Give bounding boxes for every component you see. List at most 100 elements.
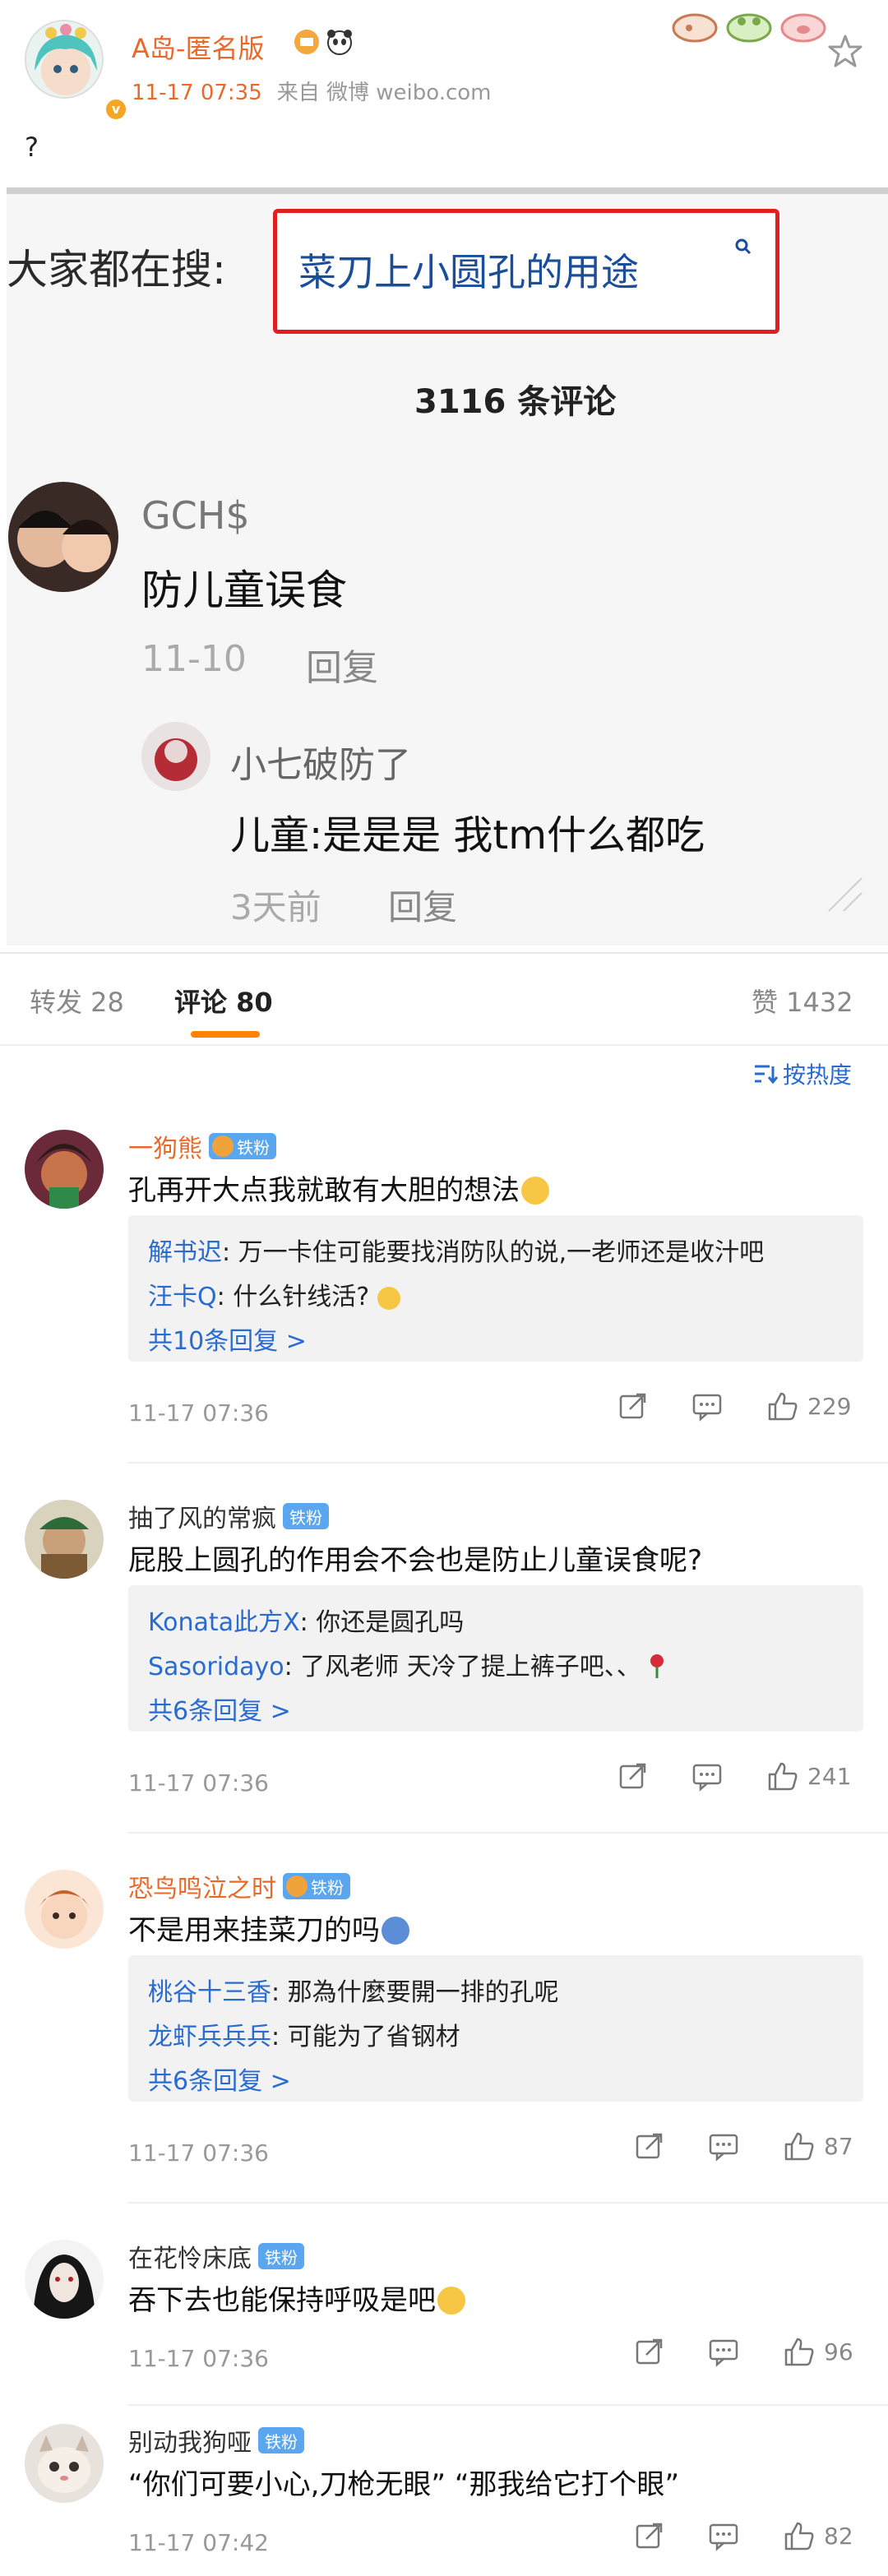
reply-line[interactable]: Konata此方X: 你还是圆孔吗 bbox=[148, 1602, 464, 1638]
like-count: 96 bbox=[824, 2338, 853, 2366]
comment-icon[interactable] bbox=[691, 1390, 724, 1422]
comment-icon[interactable] bbox=[707, 2519, 740, 2552]
username-text: 一狗熊 bbox=[128, 1135, 202, 1163]
comment-icon[interactable] bbox=[707, 2130, 740, 2162]
comment-time: 11-17 07:36 bbox=[128, 2139, 269, 2167]
sweat-emoji-icon bbox=[437, 2287, 465, 2315]
comment-username[interactable]: 恐鸟鸣泣之时 铁粉 bbox=[128, 1868, 350, 1904]
active-tab-indicator bbox=[191, 1031, 260, 1038]
sort-label: 按热度 bbox=[783, 1061, 853, 1089]
comment-text: 吞下去也能保持呼吸是吧 bbox=[128, 2278, 465, 2318]
reply-author[interactable]: Konata此方X bbox=[148, 1608, 300, 1637]
reply-author[interactable]: 汪卡Q bbox=[148, 1283, 217, 1311]
like-count: 241 bbox=[807, 1762, 852, 1790]
share-icon[interactable] bbox=[633, 2335, 666, 2368]
fan-level-icon bbox=[294, 30, 319, 54]
fan-badge-text: 铁粉 bbox=[265, 2431, 298, 2452]
image-comment-text-2: 儿童:是是是 我tm什么都吃 bbox=[230, 812, 705, 858]
like-count: 229 bbox=[807, 1392, 852, 1420]
like-count: 87 bbox=[824, 2132, 853, 2160]
author-avatar[interactable]: v bbox=[25, 20, 128, 122]
reply-line[interactable]: 龙虾兵兵兵: 可能为了省钢材 bbox=[148, 2016, 460, 2052]
username-text: 抽了风的常疯 bbox=[128, 1505, 276, 1533]
reply-author[interactable]: 桃谷十三香 bbox=[148, 1978, 271, 2007]
username-text: 别动我狗哑 bbox=[128, 2429, 252, 2458]
more-replies-link[interactable]: 共6条回复 > bbox=[148, 1690, 291, 1727]
tab-repost[interactable]: 转发 28 bbox=[30, 982, 124, 1020]
comment-text: 屁股上圆孔的作用会不会也是防止儿童误食呢? bbox=[128, 1544, 703, 1577]
share-icon[interactable] bbox=[617, 1390, 650, 1422]
comment-username[interactable]: 一狗熊 铁粉 bbox=[128, 1128, 276, 1164]
decoration-icons bbox=[671, 10, 827, 43]
brown-pet-icon bbox=[672, 13, 718, 43]
like-icon[interactable] bbox=[766, 1390, 799, 1422]
reply-text: : 你还是圆孔吗 bbox=[299, 1608, 465, 1637]
comment-username[interactable]: 在花怜床底 铁粉 bbox=[128, 2238, 304, 2274]
like-count: 82 bbox=[824, 2522, 853, 2550]
avatar[interactable] bbox=[25, 2424, 104, 2503]
like-icon[interactable] bbox=[783, 2130, 816, 2162]
fan-badge: 铁粉 bbox=[258, 2427, 304, 2453]
avatar[interactable] bbox=[25, 2240, 104, 2319]
comment-actions: 87 bbox=[633, 2130, 853, 2162]
tab-comments[interactable]: 评论 80 bbox=[174, 982, 273, 1020]
comment-username[interactable]: 抽了风的常疯 铁粉 bbox=[128, 1498, 329, 1534]
comment-time: 11-17 07:36 bbox=[128, 1399, 269, 1427]
reply-text: : 可能为了省钢材 bbox=[271, 2023, 460, 2051]
image-comment-user-1: GCH$ bbox=[141, 493, 250, 538]
comment-time: 11-17 07:42 bbox=[128, 2529, 269, 2556]
hot-search-query: 菜刀上小圆孔的用途 bbox=[298, 250, 639, 294]
image-corner-mark bbox=[828, 877, 863, 912]
image-comment-text-1: 防儿童误食 bbox=[141, 567, 347, 614]
reply-author[interactable]: 龙虾兵兵兵 bbox=[148, 2023, 271, 2051]
pig-pet-icon bbox=[780, 13, 826, 43]
comment-actions: 241 bbox=[617, 1760, 851, 1792]
avatar[interactable] bbox=[25, 1500, 104, 1579]
comment-text: “你们可要小心,刀枪无眼” “那我给它打个眼” bbox=[128, 2468, 680, 2501]
avatar[interactable] bbox=[25, 1870, 104, 1949]
reply-author[interactable]: 解书迟 bbox=[148, 1238, 222, 1267]
sweat-emoji-icon bbox=[377, 1287, 401, 1310]
comment-icon[interactable] bbox=[707, 2335, 740, 2368]
share-icon[interactable] bbox=[633, 2130, 666, 2162]
post-meta: 11-17 07:35 来自 微博 weibo.com bbox=[132, 76, 492, 106]
comment-username[interactable]: 别动我狗哑 铁粉 bbox=[128, 2422, 304, 2458]
fan-badge-text: 铁粉 bbox=[289, 1507, 322, 1528]
fan-badge: 铁粉 bbox=[258, 2243, 304, 2269]
reply-line[interactable]: 汪卡Q: 什么针线活? bbox=[148, 1276, 401, 1312]
post-tabs: 转发 28 评论 80 赞 1432 bbox=[0, 954, 888, 1044]
reply-line[interactable]: Sasoridayo: 了风老师 天冷了提上裤子吧、、 bbox=[148, 1646, 668, 1682]
image-comment-user-2: 小七破防了 bbox=[230, 744, 411, 786]
frog-pet-icon bbox=[726, 13, 772, 43]
image-top-bar bbox=[7, 187, 888, 194]
share-icon[interactable] bbox=[617, 1760, 650, 1792]
more-replies-link[interactable]: 共10条回复 > bbox=[148, 1320, 307, 1357]
like-icon[interactable] bbox=[783, 2335, 816, 2368]
sort-button[interactable]: 按热度 bbox=[753, 1057, 852, 1090]
search-icon bbox=[735, 238, 752, 255]
author-name[interactable]: A岛-匿名版 bbox=[132, 28, 264, 66]
reply-author[interactable]: Sasoridayo bbox=[148, 1653, 284, 1681]
like-icon[interactable] bbox=[766, 1760, 799, 1792]
comment-text-body: 吞下去也能保持呼吸是吧 bbox=[128, 2284, 436, 2317]
post-image[interactable]: 大家都在搜: 菜刀上小圆孔的用途 3116 条评论 GCH$ 防儿童误食 11-… bbox=[7, 187, 888, 946]
comment-icon[interactable] bbox=[691, 1760, 724, 1792]
more-replies-link[interactable]: 共6条回复 > bbox=[148, 2060, 291, 2097]
reply-box[interactable]: Konata此方X: 你还是圆孔吗 Sasoridayo: 了风老师 天冷了提上… bbox=[128, 1585, 863, 1732]
image-comment-time-2: 3天前 bbox=[230, 887, 321, 927]
reply-line[interactable]: 桃谷十三香: 那為什麼要開一排的孔呢 bbox=[148, 1972, 559, 2008]
avatar[interactable] bbox=[25, 1130, 104, 1209]
fan-badge-text: 铁粉 bbox=[237, 1137, 270, 1158]
reply-box[interactable]: 解书迟: 万一卡住可能要找消防队的说,一老师还是收汁吧 汪卡Q: 什么针线活? … bbox=[128, 1215, 863, 1362]
tab-likes[interactable]: 赞 1432 bbox=[752, 982, 853, 1020]
image-avatar-1 bbox=[8, 482, 118, 592]
reply-line[interactable]: 解书迟: 万一卡住可能要找消防队的说,一老师还是收汁吧 bbox=[148, 1232, 764, 1268]
comment-actions: 96 bbox=[633, 2335, 853, 2368]
like-icon[interactable] bbox=[783, 2519, 816, 2552]
hot-search-prefix: 大家都在搜: bbox=[7, 246, 226, 294]
fan-badge-text: 铁粉 bbox=[311, 1877, 344, 1898]
share-icon[interactable] bbox=[633, 2519, 666, 2552]
favorite-star-icon[interactable] bbox=[827, 33, 863, 69]
reply-box[interactable]: 桃谷十三香: 那為什麼要開一排的孔呢 龙虾兵兵兵: 可能为了省钢材 共6条回复 … bbox=[128, 1955, 863, 2102]
reply-text: : 什么针线活? bbox=[216, 1283, 370, 1311]
